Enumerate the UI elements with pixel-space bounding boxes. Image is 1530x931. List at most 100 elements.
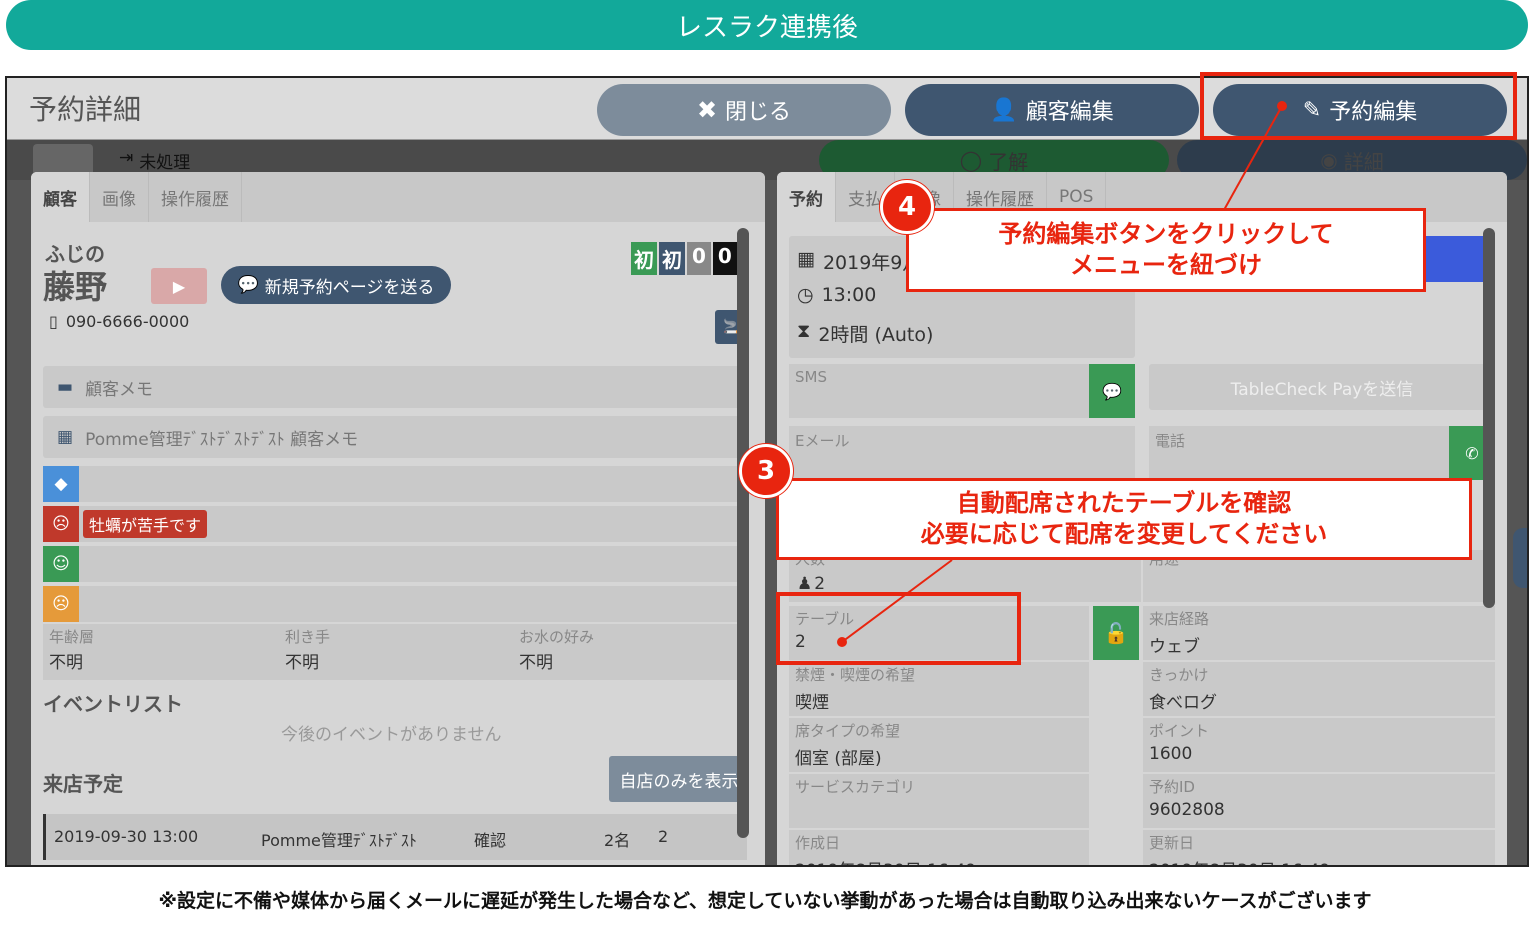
tab-reservation[interactable]: 予約	[777, 172, 836, 222]
event-empty-text: 今後のイベントがありません	[281, 725, 502, 745]
field-value: 喫煙	[795, 693, 829, 713]
visit-row[interactable]: 2019-09-30 13:00 Pomme管理ﾃﾞｽﾄﾃﾞｽﾄ 確認 2名 2	[43, 814, 747, 860]
field-label: 席タイプの希望	[795, 722, 901, 740]
send-new-reservation-button[interactable]: 💬 新規予約ページを送る	[221, 266, 451, 304]
sms-label: SMS	[795, 368, 827, 386]
dislike-tag: 牡蠣が苦手です	[83, 510, 208, 538]
phone-label: 電話	[1155, 432, 1186, 450]
customer-phone: ▯ 090-6666-0000	[49, 312, 190, 331]
own-store-button[interactable]: 自店のみを表示	[609, 756, 749, 802]
sms-send-icon[interactable]: 💬	[1089, 364, 1135, 418]
tab-customer[interactable]: 顧客	[31, 172, 90, 222]
field-4[interactable]: 席タイプの希望 個室 (部屋)	[789, 718, 1089, 772]
field-3[interactable]: きっかけ 食べログ	[1143, 662, 1495, 716]
customer-edit-button[interactable]: 👤 顧客編集	[905, 84, 1199, 136]
field-9[interactable]: 更新日 2019年8月30日 16:49	[1143, 830, 1495, 865]
visit-people: 2名	[604, 831, 631, 850]
page-title: 予約詳細	[29, 93, 142, 126]
user-icon: 👤	[990, 97, 1018, 123]
hourglass-icon: ⧗	[797, 320, 811, 342]
store-icon: ▦	[57, 427, 74, 447]
left-scrollbar[interactable]	[737, 228, 749, 838]
field-value: 9602808	[1149, 800, 1225, 820]
clock-icon: ◷	[797, 284, 814, 306]
tab-images[interactable]: 画像	[90, 172, 149, 222]
phone-field[interactable]: 電話 ✆	[1149, 426, 1495, 480]
customer-memo-row[interactable]: ▬ 顧客メモ	[43, 366, 747, 408]
pomme-memo-row[interactable]: ▦ Pomme管理ﾃﾞｽﾄﾃﾞｽﾄﾃﾞｽﾄ 顧客メモ	[43, 416, 747, 458]
field-value: 食べログ	[1149, 693, 1217, 713]
neutral-row[interactable]: ☹	[43, 586, 747, 622]
footnote: ※設定に不備や媒体から届くメールに遅延が発生した場合など、想定していない挙動があ…	[158, 890, 1372, 912]
attr-label-age: 年齢層	[49, 628, 95, 646]
right-scrollbar[interactable]	[1483, 228, 1495, 608]
customer-panel: 顧客 画像 操作履歴 ふじの 藤野 ▶ 💬 新規予約ページを送る 初 初 0 0 …	[31, 172, 765, 865]
badge-count-2: 0	[712, 242, 737, 275]
side-scroll-handle[interactable]	[1513, 528, 1527, 588]
step4-number: 4	[880, 180, 934, 234]
field-label: 作成日	[795, 834, 841, 852]
smile-icon: ☺	[43, 546, 79, 582]
login-icon: ⇥	[119, 148, 134, 168]
dislike-row[interactable]: ☹ 牡蠣が苦手です	[43, 506, 747, 542]
eye-icon: ◉	[1320, 148, 1338, 172]
field-value: 1600	[1149, 744, 1193, 764]
badge-first: 初	[631, 242, 657, 275]
tab-history[interactable]: 操作履歴	[149, 172, 242, 222]
field-6[interactable]: サービスカテゴリ	[789, 774, 1089, 828]
field-label: ポイント	[1149, 722, 1210, 740]
field-label: 来店経路	[1149, 610, 1210, 628]
field-5[interactable]: ポイント 1600	[1143, 718, 1495, 772]
field-7[interactable]: 予約ID 9602808	[1143, 774, 1495, 828]
badge-first-2: 初	[659, 242, 685, 275]
step3-line1: 自動配席されたテーブルを確認	[956, 488, 1292, 517]
tablecheck-pay-button[interactable]: TableCheck Payを送信	[1149, 364, 1495, 410]
like-row[interactable]: ☺	[43, 546, 747, 582]
visit-datetime: 2019-09-30 13:00	[54, 827, 199, 846]
field-label: きっかけ	[1149, 666, 1209, 684]
field-2[interactable]: 禁煙・喫煙の希望 喫煙	[789, 662, 1089, 716]
field-value: 2019年8月30日 16:49	[795, 856, 976, 865]
duration-line: ⧗ 2時間 (Auto)	[797, 320, 934, 346]
field-8[interactable]: 作成日 2019年8月30日 16:49	[789, 830, 1089, 865]
close-icon: ✖	[696, 96, 718, 124]
event-list-title: イベントリスト	[43, 692, 183, 716]
tag-icon: ◆	[43, 466, 79, 502]
field-value: ウェブ	[1149, 637, 1200, 657]
status-label: ⇥ 未処理	[119, 148, 191, 173]
unlock-icon[interactable]: 🔓	[1093, 606, 1139, 660]
person-icon: ♟	[797, 574, 813, 594]
banner-text: レスラク連携後	[675, 12, 858, 43]
frown-icon: ☹	[43, 586, 79, 622]
close-button[interactable]: ✖ 閉じる	[597, 84, 891, 136]
customer-tabs: 顧客 画像 操作履歴	[31, 172, 765, 222]
field-value: 個室 (部屋)	[795, 749, 882, 769]
field-value: 2019年8月30日 16:49	[1149, 856, 1330, 865]
visit-status: 確認	[474, 831, 507, 850]
tag-row[interactable]: ◆	[43, 466, 747, 502]
visit-store: Pomme管理ﾃﾞｽﾄﾃﾞｽﾄ	[261, 831, 417, 850]
attr-label-water: お水の好み	[519, 628, 595, 646]
badge-count: 0	[687, 242, 711, 275]
date-line: ▦ 2019年9月	[797, 248, 922, 274]
sms-field[interactable]: SMS 💬	[789, 364, 1135, 418]
table-highlight	[776, 592, 1021, 665]
field-label: 更新日	[1149, 834, 1195, 852]
field-label: 禁煙・喫煙の希望	[795, 666, 916, 684]
dislike-face-icon: ☹	[43, 506, 79, 542]
step3-number: 3	[739, 444, 793, 498]
field-label: 予約ID	[1149, 778, 1195, 796]
time-line: ◷ 13:00	[797, 284, 877, 306]
customer-badges: 初 初 0 0	[631, 242, 737, 275]
attributes-row: 年齢層 不明 利き手 不明 お水の好み 不明	[43, 624, 747, 680]
visit-title: 来店予定	[43, 772, 123, 796]
email-label: Eメール	[795, 432, 850, 450]
step4-line1: 予約編集ボタンをクリックして	[998, 219, 1334, 248]
field-1[interactable]: 来店経路 ウェブ	[1143, 606, 1495, 660]
email-field[interactable]: Eメール	[789, 426, 1135, 480]
step4-callout: 予約編集ボタンをクリックして メニューを紐づけ	[906, 208, 1426, 292]
people-value: ♟ 2	[797, 574, 826, 594]
phone-icon: ▯	[49, 312, 58, 331]
customer-name: 藤野	[43, 268, 108, 306]
play-icon[interactable]: ▶	[151, 268, 207, 304]
